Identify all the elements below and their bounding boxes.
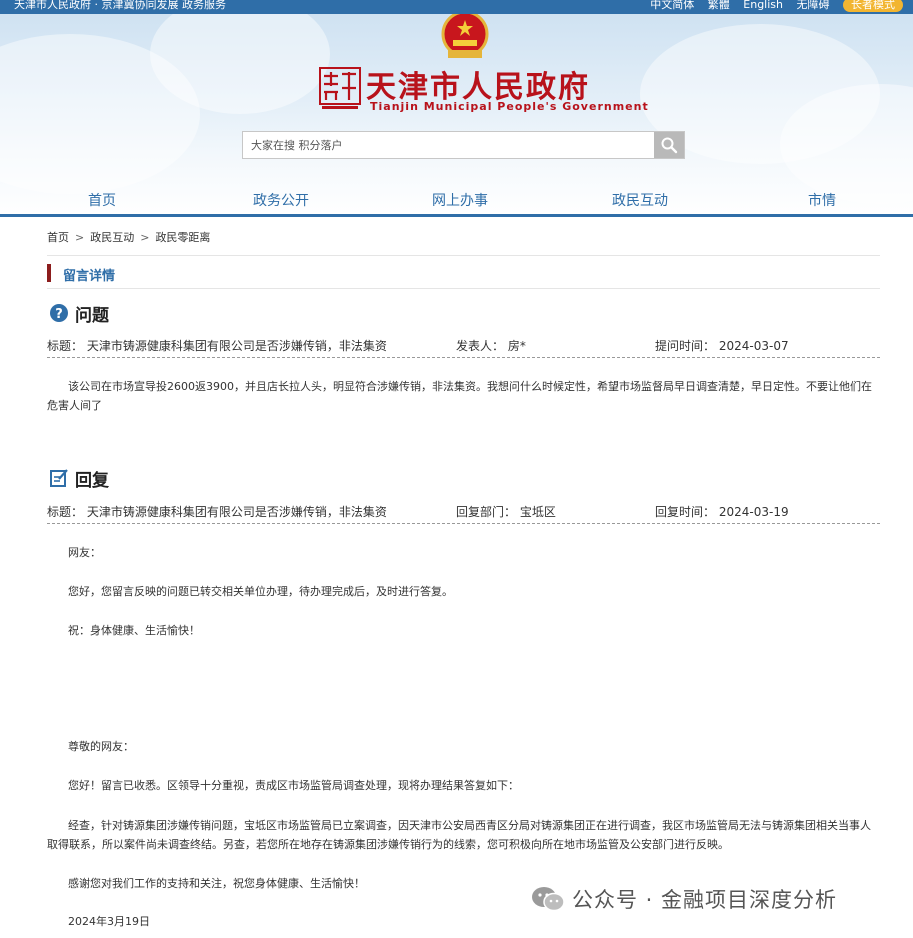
main-nav: 首页 政务公开 网上办事 政民互动 市情: [0, 186, 913, 216]
breadcrumb-home[interactable]: 首页: [47, 231, 69, 244]
question-meta-row: 标题： 天津市铸源健康科集团有限公司是否涉嫌传销，非法集资 发表人： 房* 提问…: [47, 332, 880, 358]
nav-item-city-info[interactable]: 市情: [808, 190, 836, 210]
reply-salutation: 尊敬的网友：: [68, 740, 134, 753]
reply-paragraph-findings: 经查，针对铸源集团涉嫌传销问题，宝坻区市场监管局已立案调查，因天津市公安局西青区…: [47, 819, 871, 851]
search-button[interactable]: [654, 132, 684, 158]
reply-paragraph-received: 您好！留言已收悉。区领导十分重视，责成区市场监管局调查处理，现将办理结果答复如下…: [68, 779, 519, 792]
reply-dept-field: 回复部门： 宝坻区: [456, 505, 556, 519]
breadcrumb-current[interactable]: 政民零距离: [155, 231, 210, 244]
nav-item-home[interactable]: 首页: [88, 190, 116, 210]
question-date-field: 提问时间： 2024-03-07: [655, 339, 789, 353]
reply-thanks: 感谢您对我们工作的支持和关注，祝您身体健康、生活愉快！: [68, 877, 365, 890]
search-input[interactable]: [243, 132, 655, 158]
reply-paragraph-forwarded: 您好，您留言反映的问题已转交相关单位办理，待办理完成后，及时进行答复。: [68, 585, 453, 598]
reply-meta-row: 标题： 天津市铸源健康科集团有限公司是否涉嫌传销，非法集资 回复部门： 宝坻区 …: [47, 498, 880, 524]
reply-dept: 宝坻区: [519, 505, 556, 519]
reply-date-sign: 2024年3月19日: [68, 915, 150, 928]
lang-simplified-link[interactable]: 中文简体: [650, 0, 694, 11]
reply-date: 2024-03-19: [718, 505, 789, 519]
top-strip-links: 中文简体 繁體 English 无障碍 长者模式: [640, 0, 903, 12]
reply-wishes: 祝：身体健康、生活愉快！: [68, 624, 200, 637]
search-icon: [661, 137, 678, 154]
svg-text:?: ?: [55, 307, 63, 322]
nav-item-online-services[interactable]: 网上办事: [432, 190, 488, 210]
wechat-icon: [532, 887, 565, 912]
tianjin-logo-icon: [319, 67, 361, 109]
question-body: 该公司在市场宣导投2600返3900，并且店长拉人头，明显符合涉嫌传销，非法集资…: [47, 380, 872, 412]
lang-english-link[interactable]: English: [743, 0, 783, 11]
question-author: 房*: [507, 339, 526, 353]
accessibility-link[interactable]: 无障碍: [797, 0, 830, 11]
top-strip: 天津市人民政府 · 京津冀协同发展 政务服务 中文简体 繁體 English 无…: [0, 0, 913, 14]
nav-item-interaction[interactable]: 政民互动: [612, 190, 668, 210]
lang-traditional-link[interactable]: 繁體: [708, 0, 730, 11]
site-logo-subtitle: Tianjin Municipal People's Government: [370, 100, 649, 113]
reply-title: 天津市铸源健康科集团有限公司是否涉嫌传销，非法集资: [86, 505, 387, 519]
top-strip-left-text: 天津市人民政府 · 京津冀协同发展 政务服务: [14, 0, 226, 11]
reply-title-field: 标题： 天津市铸源健康科集团有限公司是否涉嫌传销，非法集资: [47, 505, 387, 519]
question-heading-label: 问题: [75, 305, 109, 326]
header-banner: 天津市人民政府 Tianjin Municipal People's Gover…: [0, 14, 913, 216]
reply-greeting: 网友：: [68, 546, 101, 559]
edit-note-icon: [50, 469, 68, 487]
watermark-text: 公众号 · 金融项目深度分析: [572, 888, 838, 912]
search-box: [242, 131, 685, 159]
question-heading: ? 问题: [49, 301, 109, 326]
section-header: 留言详情: [47, 255, 880, 289]
question-title: 天津市铸源健康科集团有限公司是否涉嫌传销，非法集资: [86, 339, 387, 353]
national-emblem-icon: [441, 14, 489, 58]
question-author-field: 发表人： 房*: [456, 339, 526, 353]
nav-item-government-affairs[interactable]: 政务公开: [253, 190, 309, 210]
breadcrumb: 首页 > 政民互动 > 政民零距离: [47, 231, 211, 244]
reply-heading: 回复: [49, 466, 109, 491]
breadcrumb-interaction[interactable]: 政民互动: [90, 231, 134, 244]
question-mark-icon: ?: [50, 304, 68, 322]
question-date: 2024-03-07: [718, 339, 789, 353]
reply-date-field: 回复时间： 2024-03-19: [655, 505, 789, 519]
nav-underline: [0, 214, 913, 217]
reply-heading-label: 回复: [75, 470, 109, 491]
section-title: 留言详情: [63, 269, 116, 284]
question-title-field: 标题： 天津市铸源健康科集团有限公司是否涉嫌传销，非法集资: [47, 339, 387, 353]
watermark: 公众号 · 金融项目深度分析: [530, 884, 837, 914]
elder-mode-button[interactable]: 长者模式: [843, 0, 903, 12]
section-accent-bar: [47, 264, 51, 282]
